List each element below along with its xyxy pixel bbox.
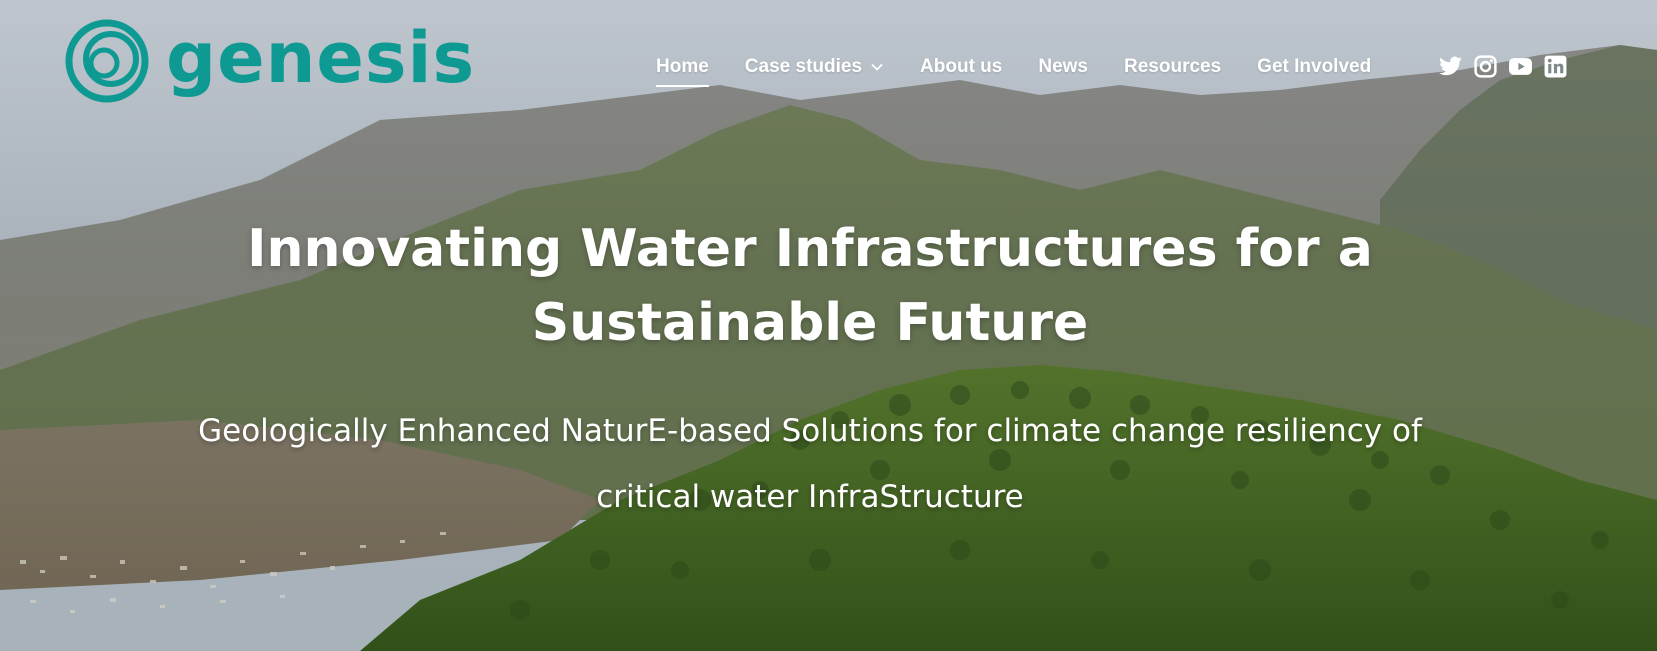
hero-subtitle-line-1: Geologically Enhanced NaturE-based Solut… <box>198 413 1422 449</box>
hero-headline: Innovating Water Infrastructures for a S… <box>0 212 1620 360</box>
genesis-logo-icon <box>65 19 149 103</box>
nav-news-label: News <box>1038 56 1088 77</box>
nav-home[interactable]: Home <box>656 56 709 87</box>
hero-headline-line-2: Sustainable Future <box>531 293 1089 353</box>
nav-case-studies[interactable]: Case studies <box>745 56 884 78</box>
brand-name: genesis <box>166 17 476 99</box>
nav-about-us-label: About us <box>920 56 1003 77</box>
nav-resources-label: Resources <box>1124 56 1222 77</box>
nav-about-us[interactable]: About us <box>920 56 1002 78</box>
main-navigation: Home Case studies About us News Resource… <box>656 56 1371 87</box>
nav-get-involved[interactable]: Get Involved <box>1257 56 1371 78</box>
twitter-icon[interactable] <box>1438 54 1463 79</box>
site-logo[interactable]: genesis <box>64 18 475 104</box>
hero-subtitle-line-2: critical water InfraStructure <box>596 479 1024 515</box>
youtube-icon[interactable] <box>1508 54 1533 79</box>
hero-headline-line-1: Innovating Water Infrastructures for a <box>247 219 1373 279</box>
nav-resources[interactable]: Resources <box>1124 56 1221 78</box>
social-links <box>1438 54 1568 79</box>
linkedin-icon[interactable] <box>1543 54 1568 79</box>
nav-home-label: Home <box>656 56 709 77</box>
chevron-down-icon <box>871 63 883 71</box>
hero-subtitle: Geologically Enhanced NaturE-based Solut… <box>130 398 1490 530</box>
hero-section: genesis Home Case studies About us News … <box>0 0 1657 651</box>
nav-case-studies-label: Case studies <box>744 56 863 77</box>
nav-get-involved-label: Get Involved <box>1257 56 1372 77</box>
nav-news[interactable]: News <box>1038 56 1088 78</box>
instagram-icon[interactable] <box>1473 54 1498 79</box>
